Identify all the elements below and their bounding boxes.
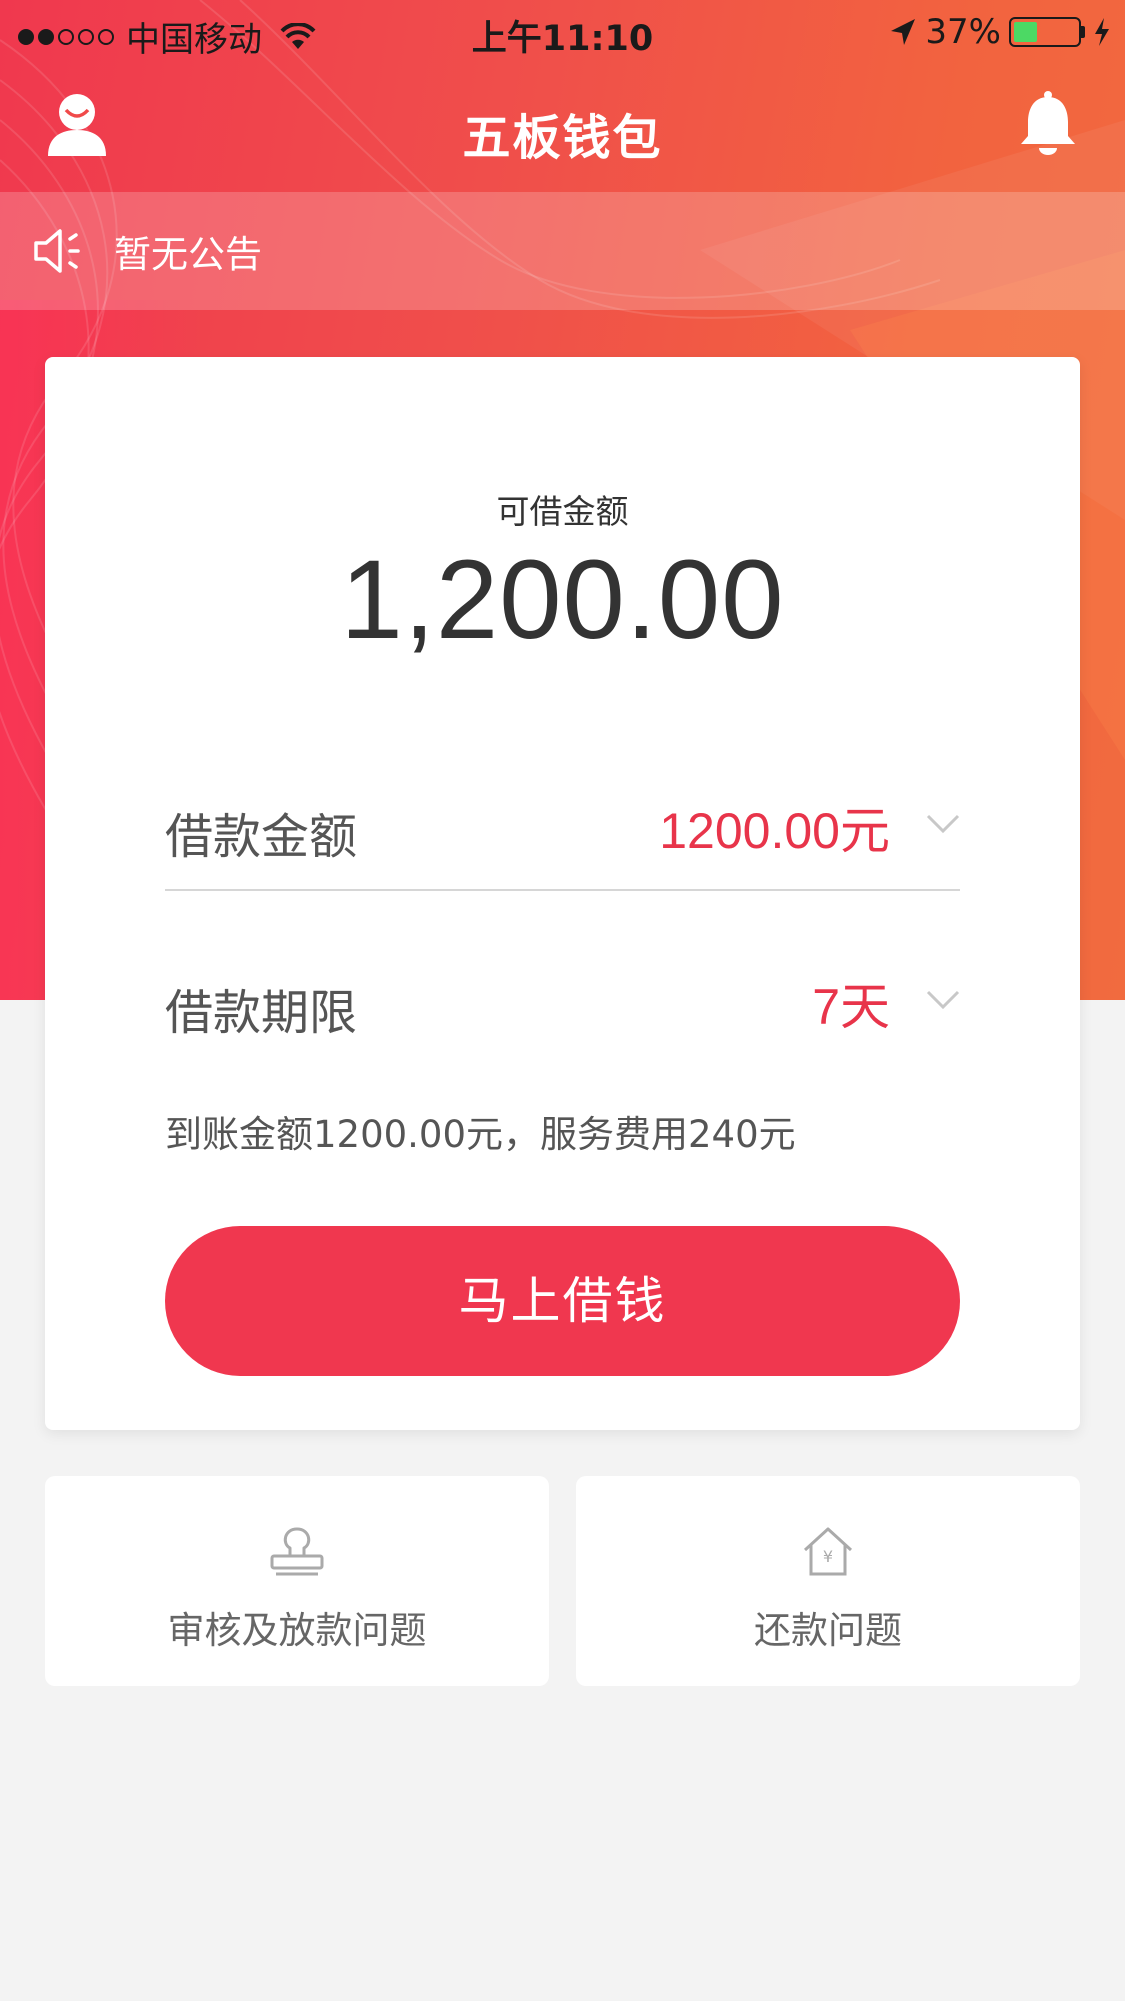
location-arrow-icon xyxy=(891,19,916,45)
loan-term-selector[interactable]: 借款期限 7天 xyxy=(165,945,960,1055)
announcement-bar[interactable]: 暂无公告 xyxy=(0,192,1125,310)
review-disbursement-help-tile[interactable]: 审核及放款问题 xyxy=(45,1476,549,1686)
nav-bar: 五板钱包 xyxy=(0,62,1125,192)
loan-term-value: 7天 xyxy=(812,979,890,1035)
status-bar: 中国移动 上午11:10 37% xyxy=(0,0,1125,62)
available-amount-label: 可借金额 xyxy=(496,492,629,531)
fee-summary: 到账金额1200.00元，服务费用240元 xyxy=(165,1113,796,1156)
available-amount-value: 1,200.00 xyxy=(340,537,785,662)
tile-label: 审核及放款问题 xyxy=(167,1609,427,1652)
announcement-text: 暂无公告 xyxy=(114,233,262,276)
stamp-icon xyxy=(270,1527,324,1576)
borrow-now-button[interactable]: 马上借钱 xyxy=(165,1226,960,1376)
row-divider xyxy=(165,889,960,891)
battery-percent: 37% xyxy=(925,12,1001,52)
speaker-icon xyxy=(34,229,80,273)
loan-term-label: 借款期限 xyxy=(165,985,358,1041)
loan-card: 可借金额 1,200.00 借款金额 1200.00元 借款期限 7天 到账金额… xyxy=(45,357,1080,1430)
battery-icon xyxy=(1009,17,1085,47)
house-yen-icon: ¥ xyxy=(803,1527,853,1576)
loan-amount-value: 1200.00元 xyxy=(659,803,890,859)
loan-amount-selector[interactable]: 借款金额 1200.00元 xyxy=(165,769,960,879)
loan-amount-label: 借款金额 xyxy=(165,809,358,865)
svg-text:¥: ¥ xyxy=(823,1547,833,1566)
page-title: 五板钱包 xyxy=(462,110,663,166)
bell-icon xyxy=(1021,91,1075,155)
chevron-down-icon xyxy=(926,990,960,1010)
tile-label: 还款问题 xyxy=(754,1609,902,1652)
repayment-help-tile[interactable]: ¥ 还款问题 xyxy=(576,1476,1080,1686)
charging-bolt-icon xyxy=(1095,18,1109,46)
notifications-button[interactable] xyxy=(1017,90,1079,158)
chevron-down-icon xyxy=(926,814,960,834)
